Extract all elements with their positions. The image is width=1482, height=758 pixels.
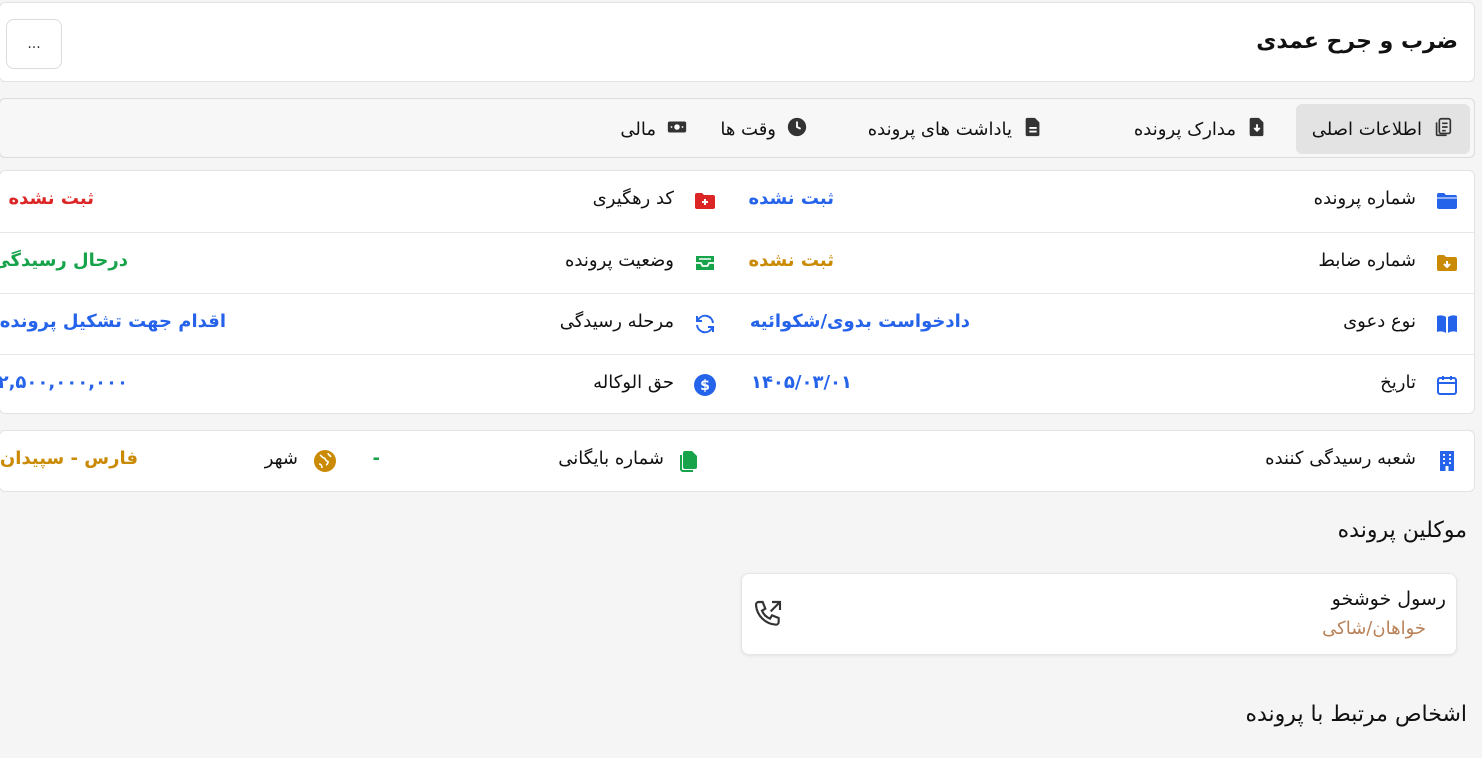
tab-main-info[interactable]: اطلاعات اصلی [1296,104,1471,154]
tab-label: اطلاعات اصلی [1312,118,1423,140]
dollar-icon: $ [693,372,719,398]
files-icon [677,448,703,474]
tracking-code-label: کد رهگیری [593,188,675,209]
file-download-icon [1247,116,1269,143]
globe-icon [313,448,339,474]
money-icon [667,116,689,143]
more-button[interactable]: ... [7,19,63,69]
info-row: تاریخ ۱۴۰۵/۰۳/۰۱ $ حق الوکاله ۲,۵۰۰,۰۰۰,… [0,354,1475,415]
documents-icon [1433,116,1455,143]
case-number-label: شماره پرونده [1314,188,1417,209]
folder-icon [1435,188,1461,214]
case-status-value: درحال رسیدگی [0,250,129,271]
refresh-icon [693,311,719,337]
claim-type-value: دادخواست بدوی/شکوائیه [750,311,971,332]
officer-number-value: ثبت نشده [749,250,835,271]
archive-number-value: - [373,448,381,469]
tab-label: مالی [621,118,657,140]
stage-value: اقدام جهت تشکیل پرونده [0,311,227,332]
folder-plus-icon [693,188,719,214]
phone-call-icon[interactable] [753,598,785,630]
city-label: شهر [265,448,299,469]
client-role: خواهان/شاکی [1323,618,1427,639]
case-number-value: ثبت نشده [749,188,835,209]
stage-label: مرحله رسیدگی [560,311,675,332]
info-row: شماره پرونده ثبت نشده کد رهگیری ثبت نشده [1,171,1475,232]
tab-label: مدارک پرونده [1134,118,1237,140]
officer-number-label: شماره ضابط [1319,250,1417,271]
tab-case-documents[interactable]: مدارک پرونده [1119,104,1285,154]
case-title: ضرب و جرح عمدی [1257,29,1459,54]
related-persons-title: اشخاص مرتبط با پرونده [1246,702,1468,727]
tab-label: یاداشت های پرونده [868,118,1013,140]
archive-number-label: شماره بایگانی [559,448,665,469]
svg-text:$: $ [701,378,711,394]
branch-panel: شعبه رسیدگی کننده شماره بایگانی - شهر فا… [0,430,1476,492]
fee-label: حق الوکاله [594,372,675,393]
building-icon [1435,448,1461,474]
calendar-icon [1435,372,1461,398]
date-label: تاریخ [1381,372,1417,393]
folder-download-icon [1435,250,1461,276]
tab-bar: اطلاعات اصلی مدارک پرونده یاداشت های پرو… [0,98,1476,158]
tab-label: وقت ها [721,118,777,140]
info-row: شماره ضابط ثبت نشده وضعیت پرونده درحال ر… [0,232,1475,293]
info-row: نوع دعوی دادخواست بدوی/شکوائیه مرحله رسی… [1,293,1475,354]
date-value: ۱۴۰۵/۰۳/۰۱ [751,372,853,393]
clock-icon [787,116,809,143]
claim-type-label: نوع دعوی [1344,311,1417,332]
case-info-panel: شماره پرونده ثبت نشده کد رهگیری ثبت نشده… [0,170,1476,414]
fee-value: ۲,۵۰۰,۰۰۰,۰۰۰ [0,372,129,393]
inbox-icon [693,250,719,276]
clients-title: موکلین پرونده [1338,518,1468,543]
client-name: رسول خوشخو [1332,588,1447,610]
note-icon [1023,116,1045,143]
tab-appointments[interactable]: وقت ها [705,104,825,154]
client-card[interactable]: رسول خوشخو خواهان/شاکی [742,573,1458,655]
city-value: فارس - سپیدان [0,448,139,469]
branch-label: شعبه رسیدگی کننده [1266,448,1417,469]
case-status-label: وضعیت پرونده [565,250,675,271]
tab-case-notes[interactable]: یاداشت های پرونده [853,104,1061,154]
tracking-code-value: ثبت نشده [9,188,95,209]
case-header: ضرب و جرح عمدی ... [0,2,1476,82]
tab-financial[interactable]: مالی [605,104,705,154]
book-icon [1435,311,1461,337]
